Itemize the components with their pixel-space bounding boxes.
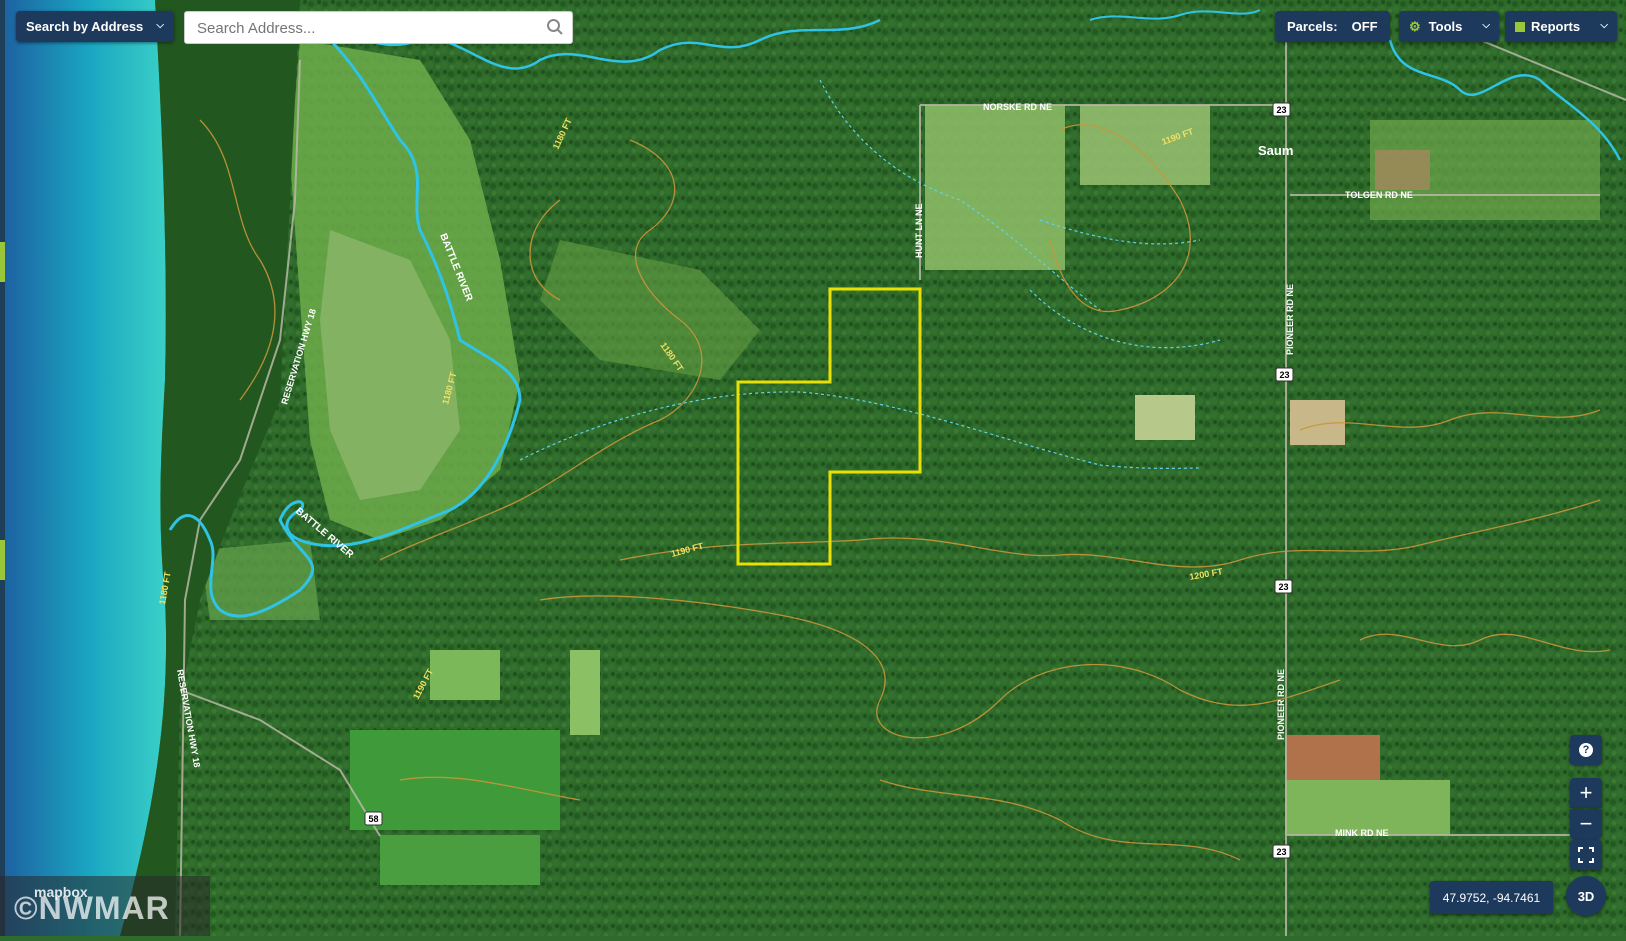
place-label-saum: Saum: [1258, 143, 1293, 158]
route-shield-23-d: 23: [1272, 844, 1291, 859]
watermark: mapbox ©NWMAR: [0, 876, 210, 936]
strip-marker: [0, 242, 5, 282]
route-shield-58: 58: [364, 811, 383, 826]
road-label-pioneer-1: PIONEER RD NE: [1285, 284, 1295, 355]
route-label: 58: [368, 814, 378, 824]
search-mode-label: Search by Address: [26, 19, 144, 34]
nwmar-watermark: ©NWMAR: [14, 890, 170, 926]
gear-icon: ⚙: [1409, 18, 1421, 34]
field-se-brown: [1285, 735, 1380, 780]
question-icon: ?: [1579, 743, 1593, 757]
road-label-tolgen: TOLGEN RD NE: [1345, 190, 1413, 200]
fullscreen-button[interactable]: [1570, 840, 1602, 870]
help-button[interactable]: ?: [1570, 735, 1602, 765]
chevron-down-icon: ⌵: [156, 20, 164, 31]
strip-marker: [0, 540, 5, 580]
route-shield-23-c: 23: [1274, 579, 1293, 594]
route-shield-23-b: 23: [1275, 367, 1294, 382]
search-mode-dropdown[interactable]: Search by Address ⌵: [16, 11, 174, 42]
search-box[interactable]: [184, 11, 573, 44]
route-label: 23: [1276, 847, 1286, 857]
lake: [0, 0, 167, 936]
field-e1: [1135, 395, 1195, 440]
satellite-map[interactable]: 23 23 23 23 58 NORSKE RD NE TOLGEN RD NE…: [0, 0, 1626, 937]
route-label: 23: [1278, 582, 1288, 592]
parcels-toggle[interactable]: Parcels: OFF: [1275, 11, 1390, 42]
3d-toggle-button[interactable]: 3D: [1566, 876, 1606, 916]
fullscreen-icon: [1578, 847, 1594, 863]
reports-label: Reports: [1531, 19, 1581, 34]
left-side-strip: [0, 0, 5, 936]
field-ne-brown: [1375, 150, 1430, 190]
search-icon[interactable]: [546, 18, 564, 41]
zoom-out-button[interactable]: −: [1570, 809, 1602, 839]
reports-dropdown[interactable]: Reports ⌵: [1505, 11, 1617, 42]
tools-label: Tools: [1428, 19, 1463, 34]
road-label-hunt: HUNT LN NE: [914, 204, 924, 259]
route-label: 23: [1276, 105, 1286, 115]
field-se: [1285, 780, 1450, 835]
road-label-norske: NORSKE RD NE: [983, 102, 1052, 112]
route-shield-23-a: 23: [1272, 102, 1291, 117]
road-label-mink: MINK RD NE: [1335, 828, 1389, 838]
chevron-down-icon: ⌵: [1482, 20, 1490, 31]
road-label-pioneer-2: PIONEER RD NE: [1276, 669, 1286, 740]
report-icon: [1515, 21, 1525, 32]
tools-dropdown[interactable]: ⚙ Tools ⌵: [1399, 11, 1499, 42]
field-sw4: [570, 650, 600, 735]
search-input[interactable]: [195, 12, 529, 44]
field-sw2: [380, 835, 540, 885]
parcels-label: Parcels:: [1287, 19, 1338, 34]
coordinates-readout: 47.9752, -94.7461: [1430, 881, 1553, 914]
zoom-in-button[interactable]: +: [1570, 778, 1602, 808]
chevron-down-icon: ⌵: [1600, 20, 1608, 31]
field-north2: [1080, 105, 1210, 185]
field-sw3: [430, 650, 500, 700]
field-north: [925, 105, 1065, 270]
route-label: 23: [1279, 370, 1289, 380]
parcels-state: OFF: [1351, 19, 1378, 34]
